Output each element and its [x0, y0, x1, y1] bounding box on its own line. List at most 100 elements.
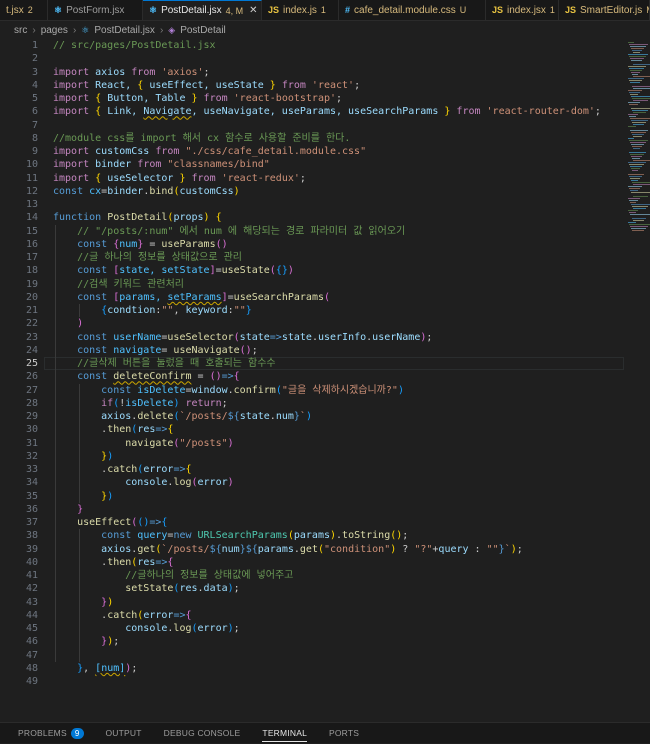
code-text[interactable]: const isDelete=window.confirm("글을 삭제하시겠습…	[53, 384, 404, 397]
code-line[interactable]: 42 setState(res.data);	[0, 582, 625, 595]
code-line[interactable]: 37 useEffect(()=>{	[0, 516, 625, 529]
code-line[interactable]: 10 import binder from "classnames/bind"	[0, 158, 625, 171]
code-text[interactable]: import binder from "classnames/bind"	[53, 158, 270, 171]
code-text[interactable]: axios.get(`/posts/${num}${params.get("co…	[53, 543, 523, 556]
code-line[interactable]: 14 function PostDetail(props) {	[0, 211, 625, 224]
code-line[interactable]: 20 const [params, setParams]=useSearchPa…	[0, 291, 625, 304]
code-text[interactable]: useEffect(()=>{	[53, 516, 167, 529]
code-line[interactable]: 26 const deleteConfirm = ()=>{	[0, 370, 625, 383]
close-tab-icon[interactable]: ✕	[249, 5, 257, 16]
editor-tab[interactable]: ⚛ PostDetail.jsx 4, M ✕	[143, 0, 262, 20]
code-text[interactable]: const {num} = useParams()	[53, 238, 228, 251]
breadcrumb-item[interactable]: pages	[41, 25, 68, 36]
editor-tab[interactable]: # cafe_detail.module.css U	[339, 0, 486, 20]
code-line[interactable]: 18 const [state, setState]=useState({})	[0, 264, 625, 277]
minimap[interactable]	[626, 38, 650, 722]
code-text[interactable]: .catch(error=>{	[53, 463, 191, 476]
code-line[interactable]: 5 import { Button, Table } from 'react-bo…	[0, 92, 625, 105]
code-line[interactable]: 8 //module css를 import 해서 cx 함수로 사용할 준비를 …	[0, 132, 625, 145]
code-line[interactable]: 2	[0, 52, 625, 65]
code-text[interactable]: //module css를 import 해서 cx 함수로 사용할 준비를 한…	[53, 132, 350, 145]
code-text[interactable]: .then(res=>{	[53, 556, 173, 569]
code-line[interactable]: 4 import React, { useEffect, useState } f…	[0, 79, 625, 92]
code-text[interactable]: import React, { useEffect, useState } fr…	[53, 79, 360, 92]
code-line[interactable]: 48 }, [num]);	[0, 662, 625, 675]
code-line[interactable]: 34 console.log(error)	[0, 476, 625, 489]
code-text[interactable]: const cx=binder.bind(customCss)	[53, 185, 240, 198]
code-line[interactable]: 1 // src/pages/PostDetail.jsx	[0, 39, 625, 52]
code-line[interactable]: 35 })	[0, 490, 625, 503]
code-text[interactable]: console.log(error)	[53, 476, 233, 489]
code-line[interactable]: 45 console.log(error);	[0, 622, 625, 635]
editor-tab[interactable]: JS index.js 1	[262, 0, 339, 20]
code-text[interactable]: //글 하나의 정보를 상태값으로 관리	[53, 251, 242, 264]
code-line[interactable]: 41 //글하나의 정보를 상태값에 넣어주고	[0, 569, 625, 582]
code-text[interactable]: // src/pages/PostDetail.jsx	[53, 39, 216, 52]
breadcrumb-item[interactable]: src	[14, 25, 27, 36]
code-text[interactable]: //검색 키워드 관련처리	[53, 278, 184, 291]
code-line[interactable]: 9 import customCss from "./css/cafe_detai…	[0, 145, 625, 158]
code-line[interactable]: 47	[0, 649, 625, 662]
code-text[interactable]: })	[53, 450, 113, 463]
code-text[interactable]: setState(res.data);	[53, 582, 239, 595]
code-text[interactable]: import customCss from "./css/cafe_detail…	[53, 145, 366, 158]
code-line[interactable]: 39 axios.get(`/posts/${num}${params.get(…	[0, 543, 625, 556]
code-line[interactable]: 17 //글 하나의 정보를 상태값으로 관리	[0, 251, 625, 264]
code-line[interactable]: 3 import axios from 'axios';	[0, 66, 625, 79]
code-line[interactable]: 28 if(!isDelete) return;	[0, 397, 625, 410]
code-line[interactable]: 19 //검색 키워드 관련처리	[0, 278, 625, 291]
code-text[interactable]: const [state, setState]=useState({})	[53, 264, 294, 277]
breadcrumb-item[interactable]: PostDetail.jsx	[94, 25, 155, 36]
code-text[interactable]: const userName=useSelector(state=>state.…	[53, 331, 432, 344]
code-text[interactable]: .then(res=>{	[53, 423, 173, 436]
code-line[interactable]: 22 )	[0, 317, 625, 330]
code-line[interactable]: 49	[0, 675, 625, 688]
code-text[interactable]: })	[53, 596, 113, 609]
code-line[interactable]: 12 const cx=binder.bind(customCss)	[0, 185, 625, 198]
code-line[interactable]: 11 import { useSelector } from 'react-red…	[0, 172, 625, 185]
code-text[interactable]: })	[53, 490, 113, 503]
code-line[interactable]: 46 });	[0, 635, 625, 648]
code-line[interactable]: 44 .catch(error=>{	[0, 609, 625, 622]
panel-tab[interactable]: PORTS	[329, 723, 359, 744]
code-line[interactable]: 6 import { Link, Navigate, useNavigate, u…	[0, 105, 625, 118]
code-text[interactable]: axios.delete(`/posts/${state.num}`)	[53, 410, 312, 423]
code-text[interactable]: import axios from 'axios';	[53, 66, 210, 79]
code-text[interactable]: function PostDetail(props) {	[53, 211, 222, 224]
code-text[interactable]: const deleteConfirm = ()=>{	[53, 370, 240, 383]
code-line[interactable]: 33 .catch(error=>{	[0, 463, 625, 476]
code-line[interactable]: 32 })	[0, 450, 625, 463]
code-line[interactable]: 31 navigate("/posts")	[0, 437, 625, 450]
code-text[interactable]: )	[53, 317, 83, 330]
editor-tab[interactable]: ⚛ PostForm.jsx	[48, 0, 143, 20]
code-line[interactable]: 36 }	[0, 503, 625, 516]
code-text[interactable]: //글삭제 버튼을 눌렀을 때 호출되는 함수수	[53, 357, 276, 370]
code-text[interactable]: }	[53, 503, 83, 516]
panel-tab[interactable]: DEBUG CONSOLE	[164, 723, 241, 744]
code-text[interactable]: console.log(error);	[53, 622, 239, 635]
code-text[interactable]: }, [num]);	[53, 662, 137, 675]
code-text[interactable]: {condtion:"", keyword:""}	[53, 304, 252, 317]
code-line[interactable]: 25 //글삭제 버튼을 눌렀을 때 호출되는 함수수	[0, 357, 625, 370]
code-text[interactable]: const navigate= useNavigate();	[53, 344, 258, 357]
panel-tab[interactable]: OUTPUT	[106, 723, 142, 744]
code-text[interactable]: navigate("/posts")	[53, 437, 233, 450]
code-text[interactable]: // "/posts/:num" 에서 num 에 해당되는 경로 파라미터 값…	[53, 225, 405, 238]
code-line[interactable]: 27 const isDelete=window.confirm("글을 삭제하…	[0, 384, 625, 397]
editor-tab[interactable]: t.jsx 2	[0, 0, 48, 20]
code-line[interactable]: 38 const query=new URLSearchParams(param…	[0, 529, 625, 542]
code-line[interactable]: 21 {condtion:"", keyword:""}	[0, 304, 625, 317]
code-text[interactable]: .catch(error=>{	[53, 609, 191, 622]
code-text[interactable]: const [params, setParams]=useSearchParam…	[53, 291, 330, 304]
code-line[interactable]: 24 const navigate= useNavigate();	[0, 344, 625, 357]
code-line[interactable]: 7	[0, 119, 625, 132]
code-text[interactable]: const query=new URLSearchParams(params).…	[53, 529, 408, 542]
code-line[interactable]: 23 const userName=useSelector(state=>sta…	[0, 331, 625, 344]
code-line[interactable]: 30 .then(res=>{	[0, 423, 625, 436]
code-editor[interactable]: 1 // src/pages/PostDetail.jsx 2 3 import axi…	[0, 38, 650, 722]
panel-tab[interactable]: PROBLEMS 9	[18, 723, 84, 744]
code-text[interactable]: //글하나의 정보를 상태값에 넣어주고	[53, 569, 293, 582]
code-line[interactable]: 16 const {num} = useParams()	[0, 238, 625, 251]
code-text[interactable]: import { Button, Table } from 'react-boo…	[53, 92, 342, 105]
code-text[interactable]: import { Link, Navigate, useNavigate, us…	[53, 105, 601, 118]
